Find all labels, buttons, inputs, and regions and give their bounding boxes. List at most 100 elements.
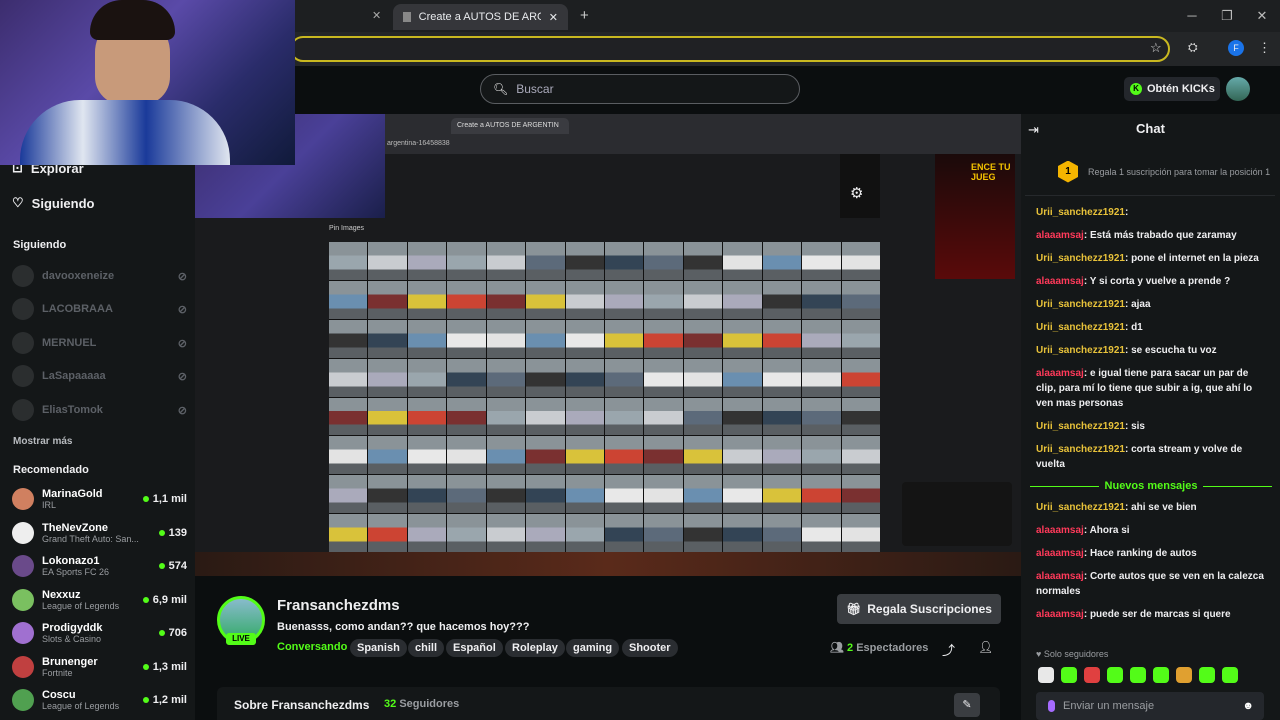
get-kicks-button[interactable]: K Obtén KICKs	[1124, 77, 1220, 101]
chat-username[interactable]: alaaamsaj	[1036, 230, 1084, 241]
tag[interactable]: Spanish	[350, 639, 407, 657]
emote-icon[interactable]	[1222, 667, 1238, 683]
following-channel[interactable]: MERNUEL ⊘	[12, 328, 187, 358]
chat-username[interactable]: Urii_sanchezz1921	[1036, 444, 1125, 455]
chat-text: ajaa	[1131, 299, 1151, 310]
following-heading: Siguiendo	[13, 239, 67, 251]
avatar	[12, 365, 34, 387]
browser-tab-active[interactable]: Create a AUTOS DE ARGENTIN ✕	[393, 4, 568, 30]
stream-category[interactable]: Conversando	[277, 641, 347, 653]
microphone-icon[interactable]	[1048, 700, 1055, 712]
car-thumbnail	[802, 436, 841, 475]
search-input[interactable]: 🔍︎ Buscar	[480, 74, 800, 104]
car-thumbnail	[802, 514, 841, 552]
close-window-icon[interactable]: ✕	[1252, 6, 1272, 26]
recommended-channel[interactable]: Prodigyddk Slots & Casino 706	[12, 618, 187, 648]
avatar	[12, 588, 34, 611]
share-icon[interactable]: ⤴	[942, 640, 955, 659]
chat-username[interactable]: alaaamsaj	[1036, 571, 1084, 582]
browser-menu-icon[interactable]: ⋮	[1258, 40, 1271, 56]
avatar	[12, 265, 34, 287]
recommended-channel[interactable]: Nexxuz League of Legends 6,9 mil	[12, 585, 187, 615]
recommended-channel[interactable]: Coscu League of Legends 1,2 mil	[12, 685, 187, 715]
bookmark-star-icon[interactable]: ☆	[1150, 40, 1162, 56]
car-thumbnail	[447, 242, 486, 280]
car-thumbnail	[762, 242, 802, 280]
car-thumbnail	[762, 358, 802, 397]
edit-pencil-icon[interactable]: ✎	[954, 693, 980, 717]
tag[interactable]: chill	[408, 639, 445, 657]
recommended-channel[interactable]: TheNevZone Grand Theft Auto: San... 139	[12, 518, 187, 548]
chat-input[interactable]: Enviar un mensaje ☻	[1036, 692, 1264, 720]
chat-username[interactable]: alaaamsaj	[1036, 525, 1084, 536]
tag[interactable]: Shooter	[622, 639, 678, 657]
tag[interactable]: Español	[446, 639, 503, 657]
new-tab-icon[interactable]: +	[580, 7, 589, 24]
emote-icon[interactable]	[1038, 667, 1054, 683]
gift-subscriptions-button[interactable]: 🎁︎ Regala Suscripciones	[837, 594, 1001, 624]
chat-username[interactable]: Urii_sanchezz1921	[1036, 253, 1125, 264]
chat-username[interactable]: Urii_sanchezz1921	[1036, 502, 1125, 513]
emote-icon[interactable]	[1153, 667, 1169, 683]
followers-only-label: Solo seguidores	[1043, 649, 1109, 659]
settings-gear-icon[interactable]: ⚙	[850, 184, 863, 202]
car-thumbnail	[762, 436, 802, 475]
emote-icon[interactable]	[1061, 667, 1077, 683]
avatar	[12, 298, 34, 320]
chat-username[interactable]: Urii_sanchezz1921	[1036, 421, 1125, 432]
following-channel[interactable]: LACOBRAAA ⊘	[12, 294, 187, 324]
chat-username[interactable]: Urii_sanchezz1921	[1036, 299, 1125, 310]
sub-leaderboard[interactable]: 1 Regala 1 suscripción para tomar la pos…	[1025, 148, 1275, 196]
url-input[interactable]	[290, 36, 1170, 62]
video-player[interactable]: Create a AUTOS DE ARGENTIN argentina-164…	[195, 114, 1021, 576]
follow-user-icon[interactable]: 👤︎	[978, 640, 993, 654]
profile-avatar[interactable]: F	[1228, 40, 1244, 56]
close-tab-icon[interactable]: ✕	[549, 11, 558, 24]
car-thumbnail	[486, 280, 526, 319]
chat-username[interactable]: Urii_sanchezz1921	[1036, 345, 1125, 356]
viewer-count: 139	[158, 527, 187, 539]
chat-username[interactable]: alaaamsaj	[1036, 276, 1084, 287]
car-thumbnail	[447, 358, 486, 397]
car-thumbnail	[723, 358, 762, 397]
emoji-icon[interactable]: ☻	[1242, 700, 1254, 712]
following-channel[interactable]: davooxeneize ⊘	[12, 261, 187, 291]
show-more-link[interactable]: Mostrar más	[13, 436, 72, 447]
emote-icon[interactable]	[1107, 667, 1123, 683]
chat-username[interactable]: Urii_sanchezz1921	[1036, 207, 1125, 218]
car-thumbnail	[447, 280, 486, 319]
chat-username[interactable]: alaaamsaj	[1036, 368, 1084, 379]
chat-username[interactable]: alaaamsaj	[1036, 609, 1084, 620]
recommended-channel[interactable]: Brunenger Fortnite 1,3 mil	[12, 652, 187, 682]
car-thumbnail	[644, 397, 683, 436]
maximize-icon[interactable]: ❐	[1217, 6, 1237, 26]
sidebar-item-following[interactable]: ♡ Siguiendo	[12, 188, 187, 218]
tag[interactable]: gaming	[566, 639, 620, 657]
recommended-channel[interactable]: Lokonazo1 EA Sports FC 26 574	[12, 551, 187, 581]
chat-message: alaaamsaj: Y si corta y vuelve a prende …	[1036, 274, 1266, 289]
emote-icon[interactable]	[1084, 667, 1100, 683]
chat-messages: Urii_sanchezz1921: alaaamsaj: Está más t…	[1036, 205, 1266, 630]
tag[interactable]: Roleplay	[505, 639, 565, 657]
emote-icon[interactable]	[1199, 667, 1215, 683]
following-channel[interactable]: LaSapaaaaa ⊘	[12, 361, 187, 391]
offline-icon: ⊘	[177, 270, 187, 283]
avatar	[12, 555, 34, 577]
screenshare-tab: Create a AUTOS DE ARGENTIN	[451, 118, 569, 134]
ad-banner[interactable]: ENCE TU JUEG	[935, 154, 1015, 279]
sub-promo-text: Regala 1 suscripción para tomar la posic…	[1088, 166, 1271, 177]
chat-text: pone el internet en la pieza	[1131, 253, 1259, 264]
emote-icon[interactable]	[1176, 667, 1192, 683]
minimize-icon[interactable]: ─	[1182, 6, 1202, 26]
chat-username[interactable]: Urii_sanchezz1921	[1036, 322, 1125, 333]
chat-username[interactable]: alaaamsaj	[1036, 548, 1084, 559]
recommended-channel[interactable]: MarinaGold IRL 1,1 mil	[12, 484, 187, 514]
streamer-name[interactable]: Fransanchezdms	[277, 597, 400, 614]
extensions-icon[interactable]: ⛭	[1188, 40, 1198, 55]
close-tab-icon[interactable]: ✕	[372, 9, 381, 22]
emote-icon[interactable]	[1130, 667, 1146, 683]
emote-bar	[1038, 667, 1238, 683]
following-channel[interactable]: EliasTomok ⊘	[12, 395, 187, 425]
car-thumbnail	[368, 475, 407, 514]
user-avatar[interactable]	[1226, 77, 1250, 101]
